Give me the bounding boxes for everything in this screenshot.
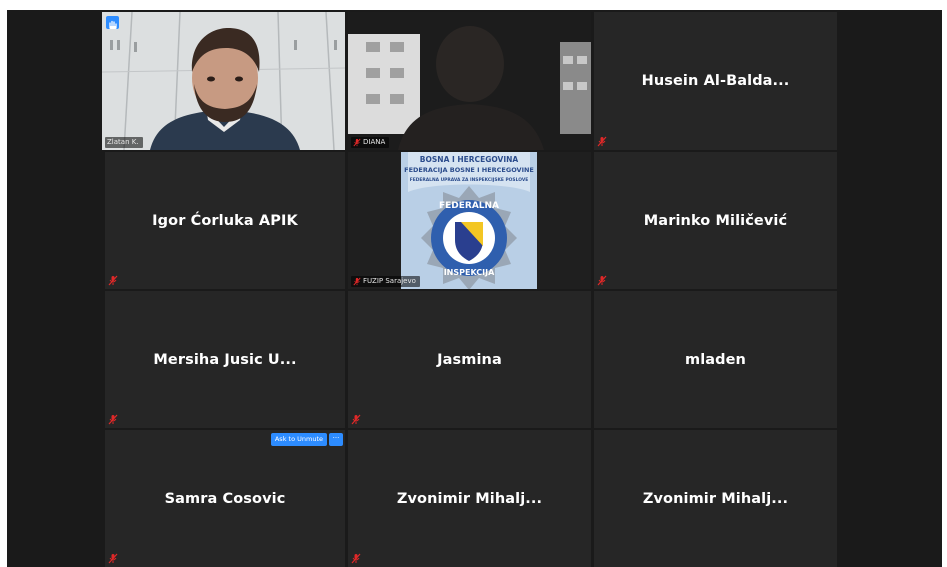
muted-mic-icon — [353, 138, 361, 147]
logo-text-3: FEDERALNA UPRAVA ZA INSPEKCIJSKE POSLOVE — [410, 177, 528, 183]
participant-name: Jasmina — [437, 351, 502, 368]
participant-tile-jasmina[interactable]: Jasmina — [348, 291, 591, 428]
participant-name: Samra Cosovic — [164, 490, 286, 507]
participant-label: Zlatan K. — [105, 137, 143, 148]
gallery-view: Zlatan K. DIANA Husein Al-Balda... Igor … — [7, 10, 942, 567]
participant-video — [102, 12, 345, 150]
participant-label: FUZIP Sarajevo — [351, 276, 420, 287]
participant-name: Zvonimir Mihalj... — [396, 490, 543, 507]
muted-mic-icon — [597, 275, 607, 286]
participant-name: Mersiha Jusic U... — [153, 351, 297, 368]
fuzip-logo: BOSNA I HERCEGOVINA FEDERACIJA BOSNE I H… — [401, 152, 537, 289]
muted-mic-icon — [353, 277, 361, 286]
ask-to-unmute-button[interactable]: Ask to Unmute — [270, 433, 327, 446]
muted-mic-icon — [108, 275, 118, 286]
participant-tile-mladen[interactable]: mladen — [594, 291, 837, 428]
badge-bottom-text: INSPEKCIJA — [444, 268, 495, 277]
raised-hand-icon — [106, 16, 119, 29]
participant-name: mladen — [684, 351, 746, 368]
participant-name: Marinko Miličević — [643, 212, 788, 229]
muted-mic-icon — [351, 414, 361, 425]
muted-mic-icon — [108, 414, 118, 425]
muted-mic-icon — [351, 553, 361, 564]
participant-tile-igor[interactable]: Igor Ćorluka APIK — [105, 152, 345, 289]
muted-mic-icon — [108, 553, 118, 564]
logo-text-2: FEDERACIJA BOSNE I HERCEGOVINE — [404, 166, 534, 174]
participant-tile-fuzip[interactable]: BOSNA I HERCEGOVINA FEDERACIJA BOSNE I H… — [348, 152, 591, 289]
participant-tile-mersiha[interactable]: Mersiha Jusic U... — [105, 291, 345, 428]
participant-name: Husein Al-Balda... — [641, 73, 790, 89]
participant-name: Zvonimir Mihalj... — [642, 490, 789, 507]
participant-tile-samra[interactable]: Ask to Unmute ··· Samra Cosovic — [105, 430, 345, 567]
logo-text-1: BOSNA I HERCEGOVINA — [420, 155, 519, 164]
more-options-button[interactable]: ··· — [329, 433, 343, 446]
participant-name: Igor Ćorluka APIK — [152, 212, 298, 229]
participant-tile-zvonimir-2[interactable]: Zvonimir Mihalj... — [594, 430, 837, 567]
participant-label: DIANA — [351, 137, 390, 148]
badge-top-text: FEDERALNA — [439, 201, 499, 211]
participant-tile-zlatan[interactable]: Zlatan K. — [102, 12, 345, 150]
muted-mic-icon — [597, 136, 607, 147]
participant-tile-marinko[interactable]: Marinko Miličević — [594, 152, 837, 289]
participant-video — [348, 12, 591, 150]
participant-tile-diana[interactable]: DIANA — [348, 12, 591, 150]
participant-tile-zvonimir-1[interactable]: Zvonimir Mihalj... — [348, 430, 591, 567]
participant-tile-husein[interactable]: Husein Al-Balda... — [594, 12, 837, 150]
